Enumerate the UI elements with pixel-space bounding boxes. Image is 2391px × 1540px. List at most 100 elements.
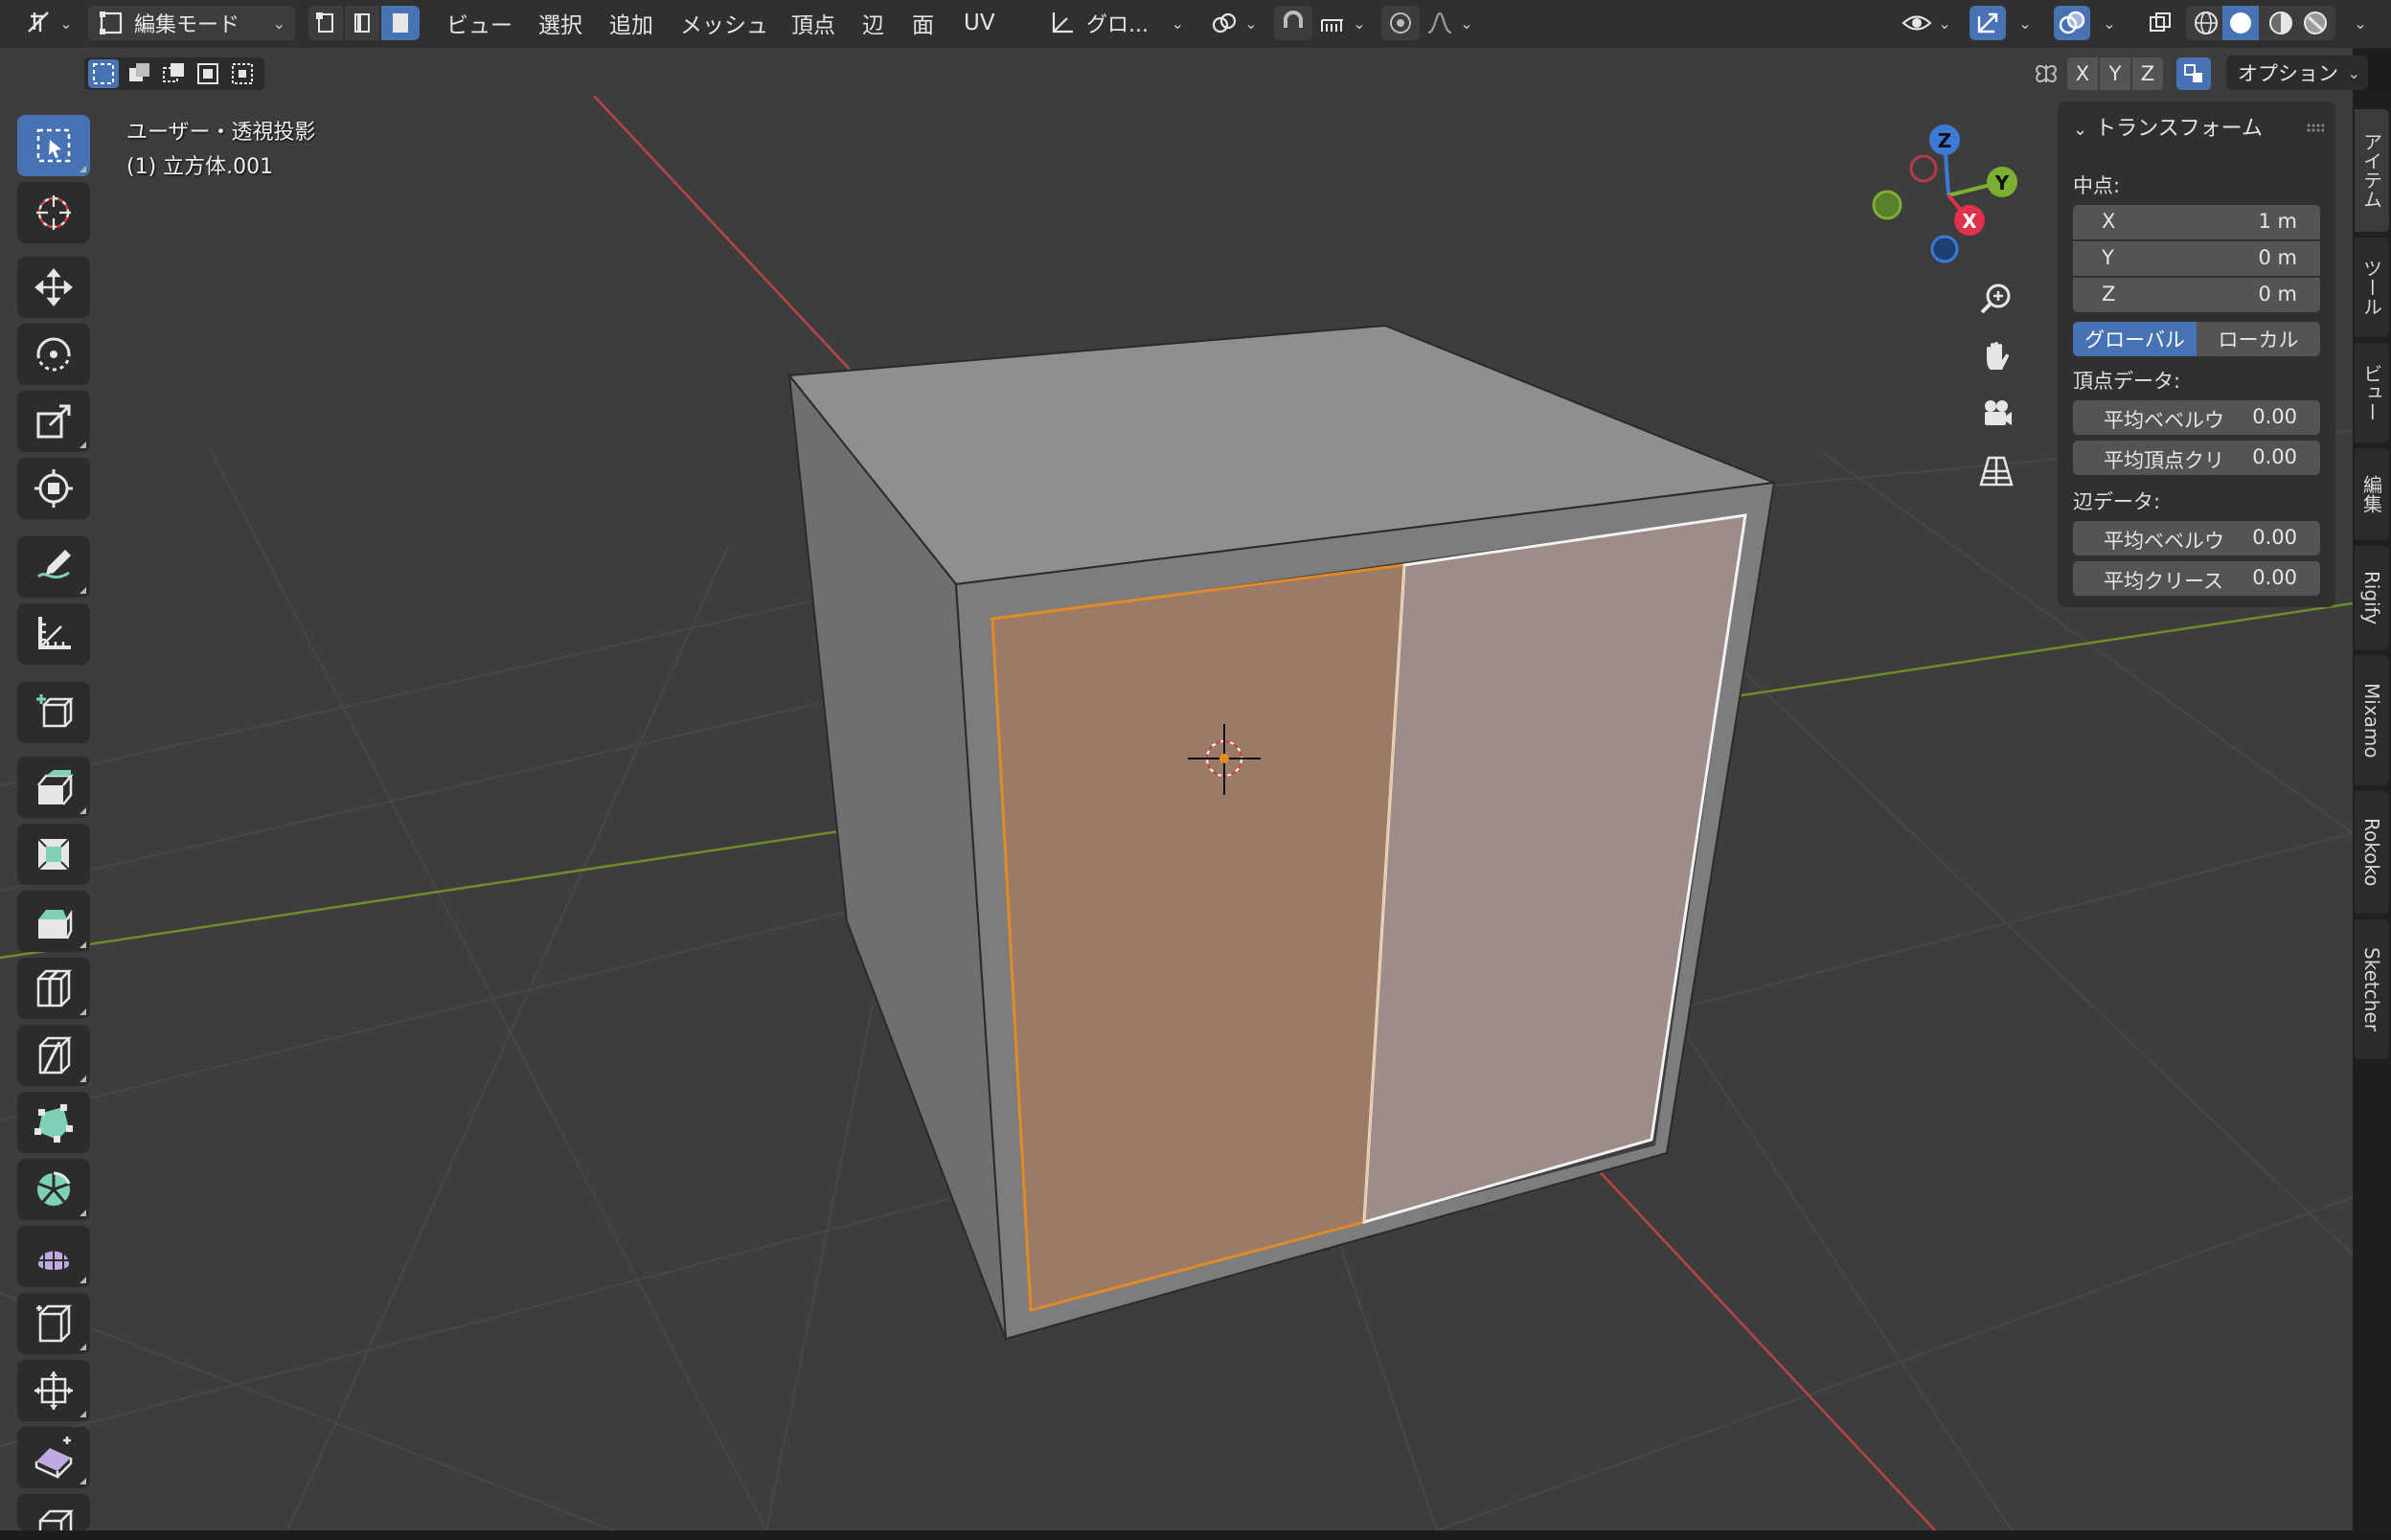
gizmo-neg-z-axis[interactable]	[1930, 235, 1959, 263]
median-x-field[interactable]: X 1 m	[2073, 205, 2320, 239]
falloff-curve-icon	[1427, 11, 1452, 34]
menu-select[interactable]: 選択	[538, 6, 582, 40]
tab-tool[interactable]: ツール	[2355, 238, 2389, 337]
tool-annotate[interactable]	[17, 536, 90, 598]
menu-uv[interactable]: UV	[964, 6, 995, 40]
pan-view-button[interactable]	[1970, 329, 2023, 383]
selected-face-right[interactable]	[1362, 513, 1747, 1225]
solid-shading-button[interactable]	[2222, 6, 2259, 40]
3d-viewport[interactable]: Z Y X	[0, 48, 2353, 1530]
tool-measure[interactable]	[17, 603, 90, 665]
overlays-dropdown[interactable]: ⌄	[2092, 6, 2121, 40]
tab-sketcher[interactable]: Sketcher	[2355, 919, 2389, 1059]
select-invert-icon[interactable]	[194, 59, 224, 88]
vertex-bevel-weight-field[interactable]: 平均ベベルウ 0.00	[2073, 400, 2320, 435]
selection-mode-group	[84, 57, 264, 90]
transform-orientation-dropdown[interactable]: グロ... ⌄	[1042, 6, 1192, 40]
tab-item[interactable]: アイテム	[2355, 109, 2389, 232]
shading-dropdown[interactable]: ⌄	[2343, 6, 2372, 40]
overlays-toggle[interactable]	[2054, 6, 2090, 40]
tab-mixamo[interactable]: Mixamo	[2355, 655, 2389, 785]
face-select-mode-button[interactable]	[381, 6, 420, 40]
snap-target-dropdown[interactable]: ⌄	[1314, 6, 1370, 40]
tool-select-box[interactable]	[17, 115, 90, 176]
tool-edge-slide[interactable]	[17, 1293, 90, 1354]
gizmo-neg-x-axis[interactable]	[1909, 154, 1938, 183]
menu-edge[interactable]: 辺	[862, 6, 884, 40]
gizmo-neg-y-axis[interactable]	[1872, 190, 1902, 220]
edge-select-mode-button[interactable]	[345, 6, 379, 40]
editor-type-icon	[28, 11, 50, 33]
auto-merge-toggle[interactable]	[2176, 57, 2211, 90]
mode-selector[interactable]: 編集モード ⌄	[88, 6, 295, 40]
tool-scale[interactable]	[17, 391, 90, 452]
tool-loop-cut[interactable]	[17, 958, 90, 1019]
tool-extrude[interactable]	[17, 757, 90, 818]
menu-view[interactable]: ビュー	[446, 6, 512, 40]
measure-ruler-icon	[38, 617, 71, 649]
xray-toggle[interactable]	[2142, 6, 2178, 40]
rendered-shading-icon[interactable]	[2301, 9, 2330, 37]
vertex-select-mode-button[interactable]	[308, 6, 343, 40]
tool-spin[interactable]	[17, 1159, 90, 1220]
tab-view[interactable]: ビュー	[2355, 343, 2389, 442]
select-intersect-icon[interactable]	[228, 59, 259, 88]
median-z-field[interactable]: Z 0 m	[2073, 278, 2320, 312]
tool-bevel[interactable]	[17, 891, 90, 952]
mirror-z-toggle[interactable]: Z	[2132, 57, 2163, 90]
mirror-y-toggle[interactable]: Y	[2100, 57, 2130, 90]
cube-mesh[interactable]	[787, 324, 1778, 1341]
tool-shrink-fatten[interactable]	[17, 1360, 90, 1421]
edge-crease-field[interactable]: 平均クリース 0.00	[2073, 561, 2320, 596]
tool-rotate[interactable]	[17, 324, 90, 385]
vertex-crease-field[interactable]: 平均頂点クリ 0.00	[2073, 441, 2320, 475]
tab-rigify[interactable]: Rigify	[2355, 546, 2389, 649]
falloff-dropdown[interactable]: ⌄	[1422, 6, 1477, 40]
tool-rip[interactable]	[17, 1494, 90, 1530]
poly-build-icon	[34, 1104, 73, 1143]
select-subtract-icon[interactable]	[159, 59, 190, 88]
tool-knife[interactable]	[17, 1025, 90, 1086]
tool-shear[interactable]	[17, 1427, 90, 1488]
selected-face-left[interactable]	[991, 563, 1406, 1312]
editor-type-button[interactable]: ⌄	[21, 6, 77, 40]
mirror-icon[interactable]	[2027, 57, 2065, 90]
camera-view-button[interactable]	[1970, 387, 2023, 441]
chevron-down-icon: ⌄	[2018, 13, 2032, 33]
edge-bevel-weight-field[interactable]: 平均ベベルウ 0.00	[2073, 521, 2320, 555]
mirror-x-toggle[interactable]: X	[2067, 57, 2098, 90]
tool-transform[interactable]	[17, 458, 90, 519]
gizmo-toggle[interactable]	[1970, 6, 2006, 40]
snap-toggle[interactable]	[1274, 6, 1312, 40]
select-new-icon[interactable]	[88, 59, 119, 88]
median-y-field[interactable]: Y 0 m	[2073, 241, 2320, 276]
menu-mesh[interactable]: メッシュ	[680, 6, 768, 40]
global-space-button[interactable]: グローバル	[2073, 322, 2197, 356]
menu-face[interactable]: 面	[912, 6, 934, 40]
wireframe-shading-icon[interactable]	[2192, 9, 2220, 37]
menu-add[interactable]: 追加	[609, 6, 653, 40]
tab-edit[interactable]: 編集	[2355, 448, 2389, 540]
zoom-view-button[interactable]	[1970, 272, 2023, 326]
navigation-gizmo[interactable]: Z Y X	[1872, 125, 2017, 263]
tool-inset[interactable]	[17, 824, 90, 885]
menu-vertex[interactable]: 頂点	[791, 6, 835, 40]
tab-rokoko[interactable]: Rokoko	[2355, 791, 2389, 914]
tool-smooth[interactable]	[17, 1226, 90, 1287]
drag-grip-icon[interactable]	[2307, 119, 2325, 132]
perspective-toggle-button[interactable]	[1970, 444, 2023, 498]
tool-move[interactable]	[17, 257, 90, 318]
visibility-dropdown[interactable]: ⌄	[1899, 6, 1954, 40]
gizmo-dropdown[interactable]: ⌄	[2008, 6, 2037, 40]
transform-panel-header[interactable]: ⌄ トランスフォーム	[2073, 111, 2263, 142]
pivot-point-dropdown[interactable]: ⌄	[1205, 6, 1263, 40]
inset-icon	[37, 838, 70, 871]
material-shading-icon[interactable]	[2266, 9, 2295, 37]
tool-add-cube[interactable]	[17, 682, 90, 743]
local-space-button[interactable]: ローカル	[2197, 322, 2320, 356]
tool-cursor[interactable]	[17, 182, 90, 243]
select-extend-icon[interactable]	[125, 59, 155, 88]
options-dropdown[interactable]: オプション ⌄	[2226, 56, 2368, 90]
proportional-edit-toggle[interactable]	[1381, 6, 1420, 40]
tool-poly-build[interactable]	[17, 1092, 90, 1153]
